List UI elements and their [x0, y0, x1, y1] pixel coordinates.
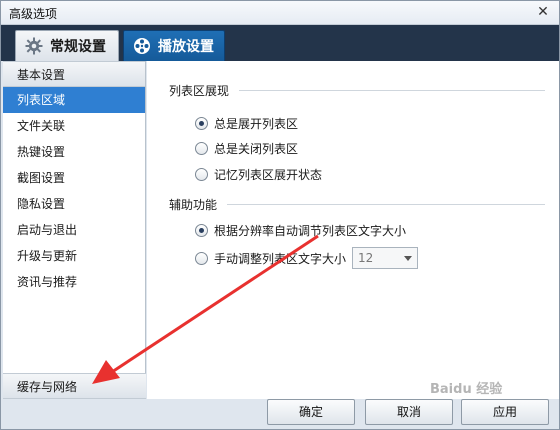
- tab-playback-label: 播放设置: [158, 39, 214, 55]
- film-reel-icon: [132, 36, 152, 56]
- button-bar: 确定 取消 应用: [1, 399, 559, 429]
- font-size-select[interactable]: 12: [352, 247, 419, 269]
- title-bar: 高级选项 ✕: [1, 1, 559, 25]
- radio-remember-state[interactable]: 记忆列表区展开状态: [195, 166, 322, 183]
- window-title: 高级选项: [9, 7, 58, 21]
- sidebar-item-list-area[interactable]: 列表区域: [3, 87, 145, 113]
- radio-always-collapse[interactable]: 总是关闭列表区: [195, 140, 298, 157]
- sidebar-item-cache-network[interactable]: 缓存与网络: [3, 373, 146, 399]
- sidebar-item-startup-exit[interactable]: 启动与退出: [3, 217, 145, 243]
- sidebar-item-upgrade-update[interactable]: 升级与更新: [3, 243, 145, 269]
- group-title-accessibility: 辅助功能: [169, 196, 546, 213]
- gear-icon: [24, 36, 44, 56]
- radio-label: 总是展开列表区: [214, 117, 299, 131]
- radio-always-expand[interactable]: 总是展开列表区: [195, 115, 298, 132]
- chevron-down-icon: [404, 255, 413, 261]
- cancel-button[interactable]: 取消: [365, 399, 453, 425]
- apply-button[interactable]: 应用: [461, 399, 549, 425]
- settings-panel: 列表区展现 总是展开列表区 总是关闭列表区 记忆列表区展开状态 辅助功能 根据分…: [147, 61, 559, 399]
- radio-button[interactable]: [195, 168, 208, 181]
- sidebar-item-screenshot[interactable]: 截图设置: [3, 165, 145, 191]
- tab-strip: 常规设置 播放设置: [1, 25, 559, 61]
- settings-sidebar: 基本设置 列表区域 文件关联 热键设置 截图设置 隐私设置 启动与退出 升级与更…: [3, 61, 146, 399]
- group-divider: [239, 90, 546, 91]
- ok-button[interactable]: 确定: [267, 399, 355, 425]
- group-title-text: 列表区展现: [169, 84, 230, 98]
- font-size-value: 12: [358, 251, 374, 265]
- radio-button[interactable]: [195, 117, 208, 130]
- radio-button[interactable]: [195, 224, 208, 237]
- radio-button[interactable]: [195, 251, 208, 265]
- sidebar-item-news-recommend[interactable]: 资讯与推荐: [3, 269, 145, 295]
- radio-label: 总是关闭列表区: [214, 142, 299, 156]
- radio-label: 记忆列表区展开状态: [214, 168, 323, 182]
- dialog-window: 高级选项 ✕ 常规设置 播放设置 基本设置 列表区域 文件关联 热键设置 截图设…: [0, 0, 560, 430]
- group-title-text: 辅助功能: [169, 198, 218, 212]
- tab-general-label: 常规设置: [50, 39, 106, 55]
- group-title-list-display: 列表区展现: [169, 82, 546, 99]
- sidebar-item-privacy[interactable]: 隐私设置: [3, 191, 145, 217]
- tab-general-settings[interactable]: 常规设置: [15, 30, 119, 61]
- watermark-logo: Baidu 经验: [430, 382, 503, 397]
- group-divider: [227, 204, 546, 205]
- radio-manual-font-size[interactable]: 手动调整列表区文字大小 12: [195, 247, 419, 269]
- radio-label: 手动调整列表区文字大小: [214, 251, 347, 266]
- radio-label: 根据分辨率自动调节列表区文字大小: [214, 224, 407, 238]
- close-icon[interactable]: ✕: [535, 3, 551, 21]
- radio-auto-font-size[interactable]: 根据分辨率自动调节列表区文字大小: [195, 222, 406, 239]
- tab-playback-settings[interactable]: 播放设置: [123, 30, 225, 61]
- sidebar-item-basic-settings[interactable]: 基本设置: [3, 61, 145, 87]
- radio-button[interactable]: [195, 142, 208, 155]
- sidebar-item-file-association[interactable]: 文件关联: [3, 113, 145, 139]
- sidebar-item-hotkeys[interactable]: 热键设置: [3, 139, 145, 165]
